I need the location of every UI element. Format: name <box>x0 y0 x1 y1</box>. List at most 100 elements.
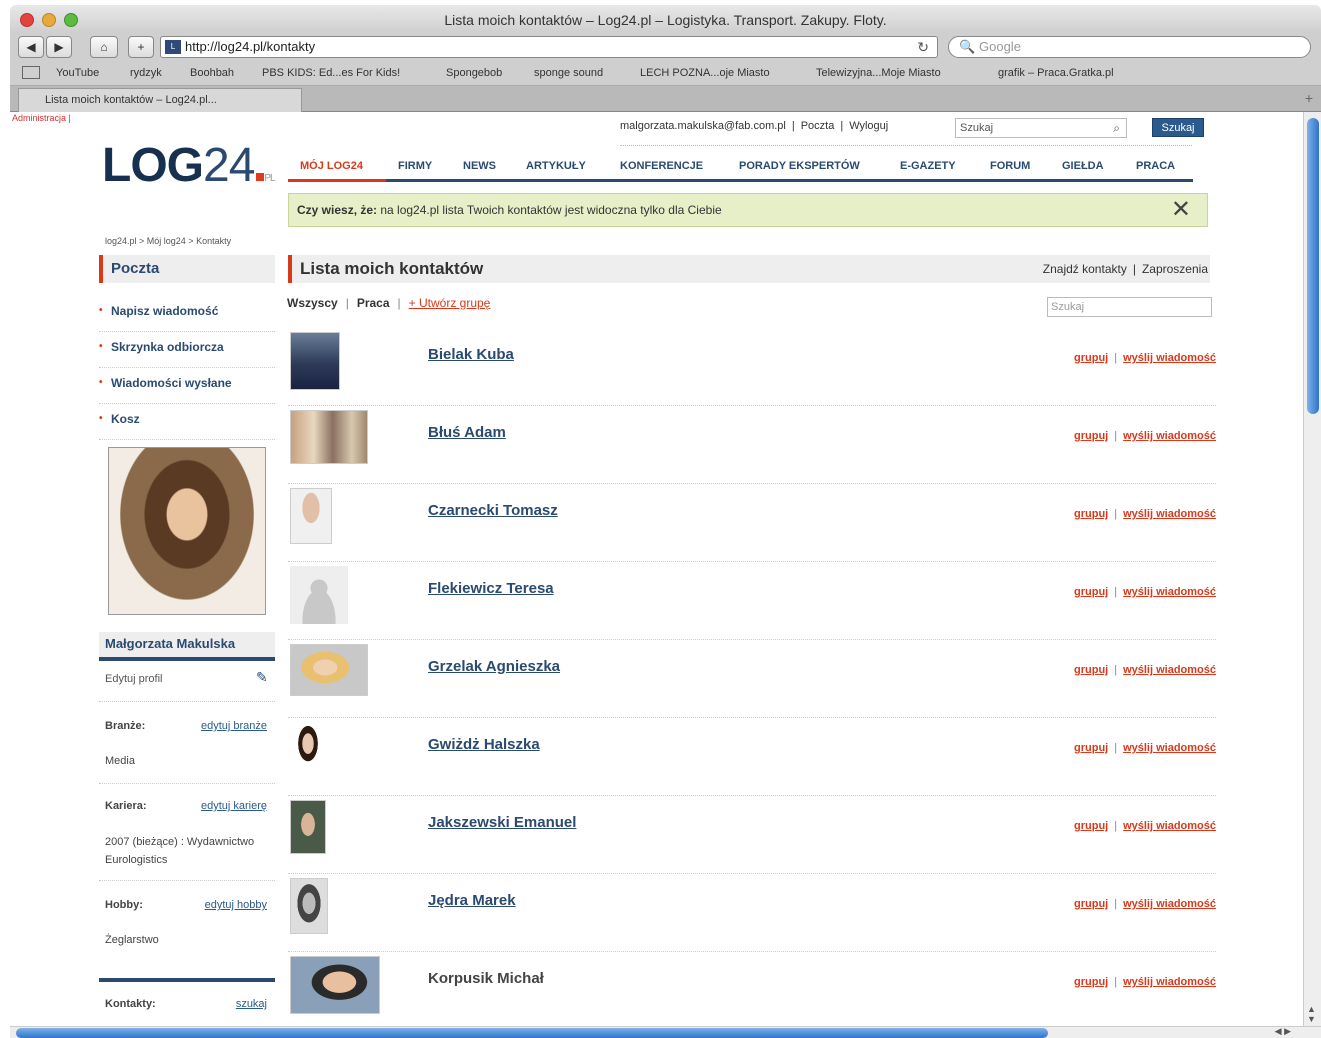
sidebar-item-sent[interactable]: Wiadomości wysłane <box>99 368 275 404</box>
contact-name-link[interactable]: Jędra Marek <box>428 892 516 909</box>
home-button[interactable]: ⌂ <box>90 36 118 58</box>
sidebar-item-inbox[interactable]: Skrzynka odbiorcza <box>99 332 275 368</box>
bookmark-item[interactable]: PBS KIDS: Ed...es For Kids! <box>262 67 400 79</box>
bookmark-item[interactable]: sponge sound <box>534 67 603 79</box>
contact-photo[interactable] <box>290 644 368 696</box>
nav-item-news[interactable]: NEWS <box>463 160 496 172</box>
send-message-link[interactable]: wyślij wiadomość <box>1123 898 1216 910</box>
contact-photo[interactable] <box>290 722 326 776</box>
bookmarks-book-icon[interactable] <box>22 66 40 79</box>
breadcrumb[interactable]: log24.pl > Mój log24 > Kontakty <box>105 236 231 246</box>
user-email[interactable]: malgorzata.makulska@fab.com.pl <box>620 120 786 132</box>
edit-profile-link[interactable]: Edytuj profil <box>105 673 162 685</box>
contact-name-link[interactable]: Gwiżdż Halszka <box>428 736 540 753</box>
contact-search-input[interactable]: Szukaj <box>1047 297 1212 317</box>
browser-tab-active[interactable]: Lista moich kontaktów – Log24.pl... <box>18 88 302 112</box>
reload-icon[interactable]: ↻ <box>917 37 929 57</box>
page-title: Lista moich kontaktów Znajdź kontakty | Za… <box>288 255 1210 283</box>
contact-name-link[interactable]: Grzelak Agnieszka <box>428 658 560 675</box>
nav-item-exchange[interactable]: GIEŁDA <box>1062 160 1104 172</box>
back-button[interactable]: ◀ <box>18 36 44 58</box>
horizontal-scrollbar[interactable]: ◀ ▶ <box>10 1026 1321 1038</box>
send-message-link[interactable]: wyślij wiadomość <box>1123 820 1216 832</box>
filter-all[interactable]: Wszyscy <box>287 296 338 310</box>
create-group-link[interactable]: + Utwórz grupę <box>409 296 491 310</box>
add-bookmark-button[interactable]: + <box>128 36 154 58</box>
bookmark-item[interactable]: rydzyk <box>130 67 162 79</box>
contact-name-link[interactable]: Jakszewski Emanuel <box>428 814 576 831</box>
contact-photo[interactable] <box>290 488 332 544</box>
top-search-button[interactable]: Szukaj <box>1152 118 1204 137</box>
nav-item-articles[interactable]: ARTYKUŁY <box>526 160 586 172</box>
bookmark-item[interactable]: grafik – Praca.Gratka.pl <box>998 67 1114 79</box>
nav-item-expert-advice[interactable]: PORADY EKSPERTÓW <box>739 160 860 172</box>
nav-item-jobs[interactable]: PRACA <box>1136 160 1175 172</box>
profile-photo[interactable] <box>108 447 266 615</box>
horizontal-scrollbar-thumb[interactable] <box>16 1028 1048 1038</box>
url-bar[interactable]: L http://log24.pl/kontakty ↻ <box>160 36 938 58</box>
find-contacts-link[interactable]: Znajdź kontakty <box>1043 262 1127 276</box>
send-message-link[interactable]: wyślij wiadomość <box>1123 352 1216 364</box>
pencil-icon[interactable]: ✎ <box>256 669 268 686</box>
edit-career-link[interactable]: edytuj karierę <box>201 800 267 812</box>
mail-link[interactable]: Poczta <box>801 120 835 132</box>
nav-item-conferences[interactable]: KONFERENCJE <box>620 160 703 172</box>
send-message-link[interactable]: wyślij wiadomość <box>1123 742 1216 754</box>
contact-photo[interactable] <box>290 410 368 464</box>
nav-item-e-newspapers[interactable]: E-GAZETY <box>900 160 956 172</box>
group-link[interactable]: grupuj <box>1074 352 1108 364</box>
group-link[interactable]: grupuj <box>1074 430 1108 442</box>
scroll-arrows-icon[interactable]: ▲ ▼ <box>1307 1004 1316 1024</box>
site-logo[interactable]: LOG24 PL <box>102 138 276 193</box>
group-link[interactable]: grupuj <box>1074 508 1108 520</box>
admin-link[interactable]: Administracja | <box>12 113 71 123</box>
bookmark-item[interactable]: Telewizyjna...Moje Miasto <box>816 67 941 79</box>
send-message-link[interactable]: wyślij wiadomość <box>1123 508 1216 520</box>
invitations-link[interactable]: Zaproszenia <box>1142 262 1208 276</box>
contact-name-link[interactable]: Flekiewicz Teresa <box>428 580 554 597</box>
close-icon[interactable]: ✕ <box>1171 194 1191 226</box>
contact-photo[interactable] <box>290 956 380 1014</box>
sidebar-item-trash[interactable]: Kosz <box>99 404 275 440</box>
group-link[interactable]: grupuj <box>1074 820 1108 832</box>
group-link[interactable]: grupuj <box>1074 742 1108 754</box>
contact-photo[interactable] <box>290 332 340 390</box>
edit-industry-link[interactable]: edytuj branże <box>201 720 267 732</box>
new-tab-icon[interactable]: + <box>1305 90 1313 106</box>
forward-button[interactable]: ▶ <box>46 36 72 58</box>
group-link[interactable]: grupuj <box>1074 664 1108 676</box>
bookmark-item[interactable]: LECH POZNA...oje Miasto <box>640 67 770 79</box>
contact-name-link[interactable]: Bielak Kuba <box>428 346 514 363</box>
edit-hobby-link[interactable]: edytuj hobby <box>205 899 267 911</box>
career-row: Kariera: edytuj karierę <box>99 800 275 812</box>
nav-item-my-log24[interactable]: MÓJ LOG24 <box>300 160 363 172</box>
scroll-arrows-icon[interactable]: ◀ ▶ <box>1275 1026 1291 1037</box>
filter-work[interactable]: Praca <box>357 296 390 310</box>
bookmark-item[interactable]: Spongebob <box>446 67 502 79</box>
nav-item-forum[interactable]: FORUM <box>990 160 1030 172</box>
send-message-link[interactable]: wyślij wiadomość <box>1123 430 1216 442</box>
top-search-input[interactable]: Szukaj ⌕ <box>955 118 1127 138</box>
nav-item-firms[interactable]: FIRMY <box>398 160 432 172</box>
group-link[interactable]: grupuj <box>1074 898 1108 910</box>
send-message-link[interactable]: wyślij wiadomość <box>1123 586 1216 598</box>
vertical-scrollbar[interactable]: ▲ ▼ <box>1303 112 1321 1026</box>
vertical-scrollbar-thumb[interactable] <box>1307 118 1319 414</box>
contact-photo[interactable] <box>290 878 328 934</box>
sidebar-item-write-message[interactable]: Napisz wiadomość <box>99 296 275 332</box>
bookmark-item[interactable]: Boohbah <box>190 67 234 79</box>
logout-link[interactable]: Wyloguj <box>849 120 888 132</box>
contact-name-link[interactable]: Błuś Adam <box>428 424 506 441</box>
contact-photo[interactable] <box>290 800 326 854</box>
table-row: Flekiewicz Teresa grupuj | wyślij wiadomoś… <box>288 562 1216 640</box>
group-link[interactable]: grupuj <box>1074 586 1108 598</box>
send-message-link[interactable]: wyślij wiadomość <box>1123 664 1216 676</box>
divider <box>99 783 275 784</box>
browser-search-input[interactable]: 🔍 Google <box>948 36 1311 58</box>
search-contacts-link[interactable]: szukaj <box>236 998 267 1010</box>
send-message-link[interactable]: wyślij wiadomość <box>1123 976 1216 988</box>
bookmark-item[interactable]: YouTube <box>56 67 99 79</box>
default-avatar-icon[interactable] <box>290 566 348 624</box>
group-link[interactable]: grupuj <box>1074 976 1108 988</box>
contact-name-link[interactable]: Czarnecki Tomasz <box>428 502 558 519</box>
